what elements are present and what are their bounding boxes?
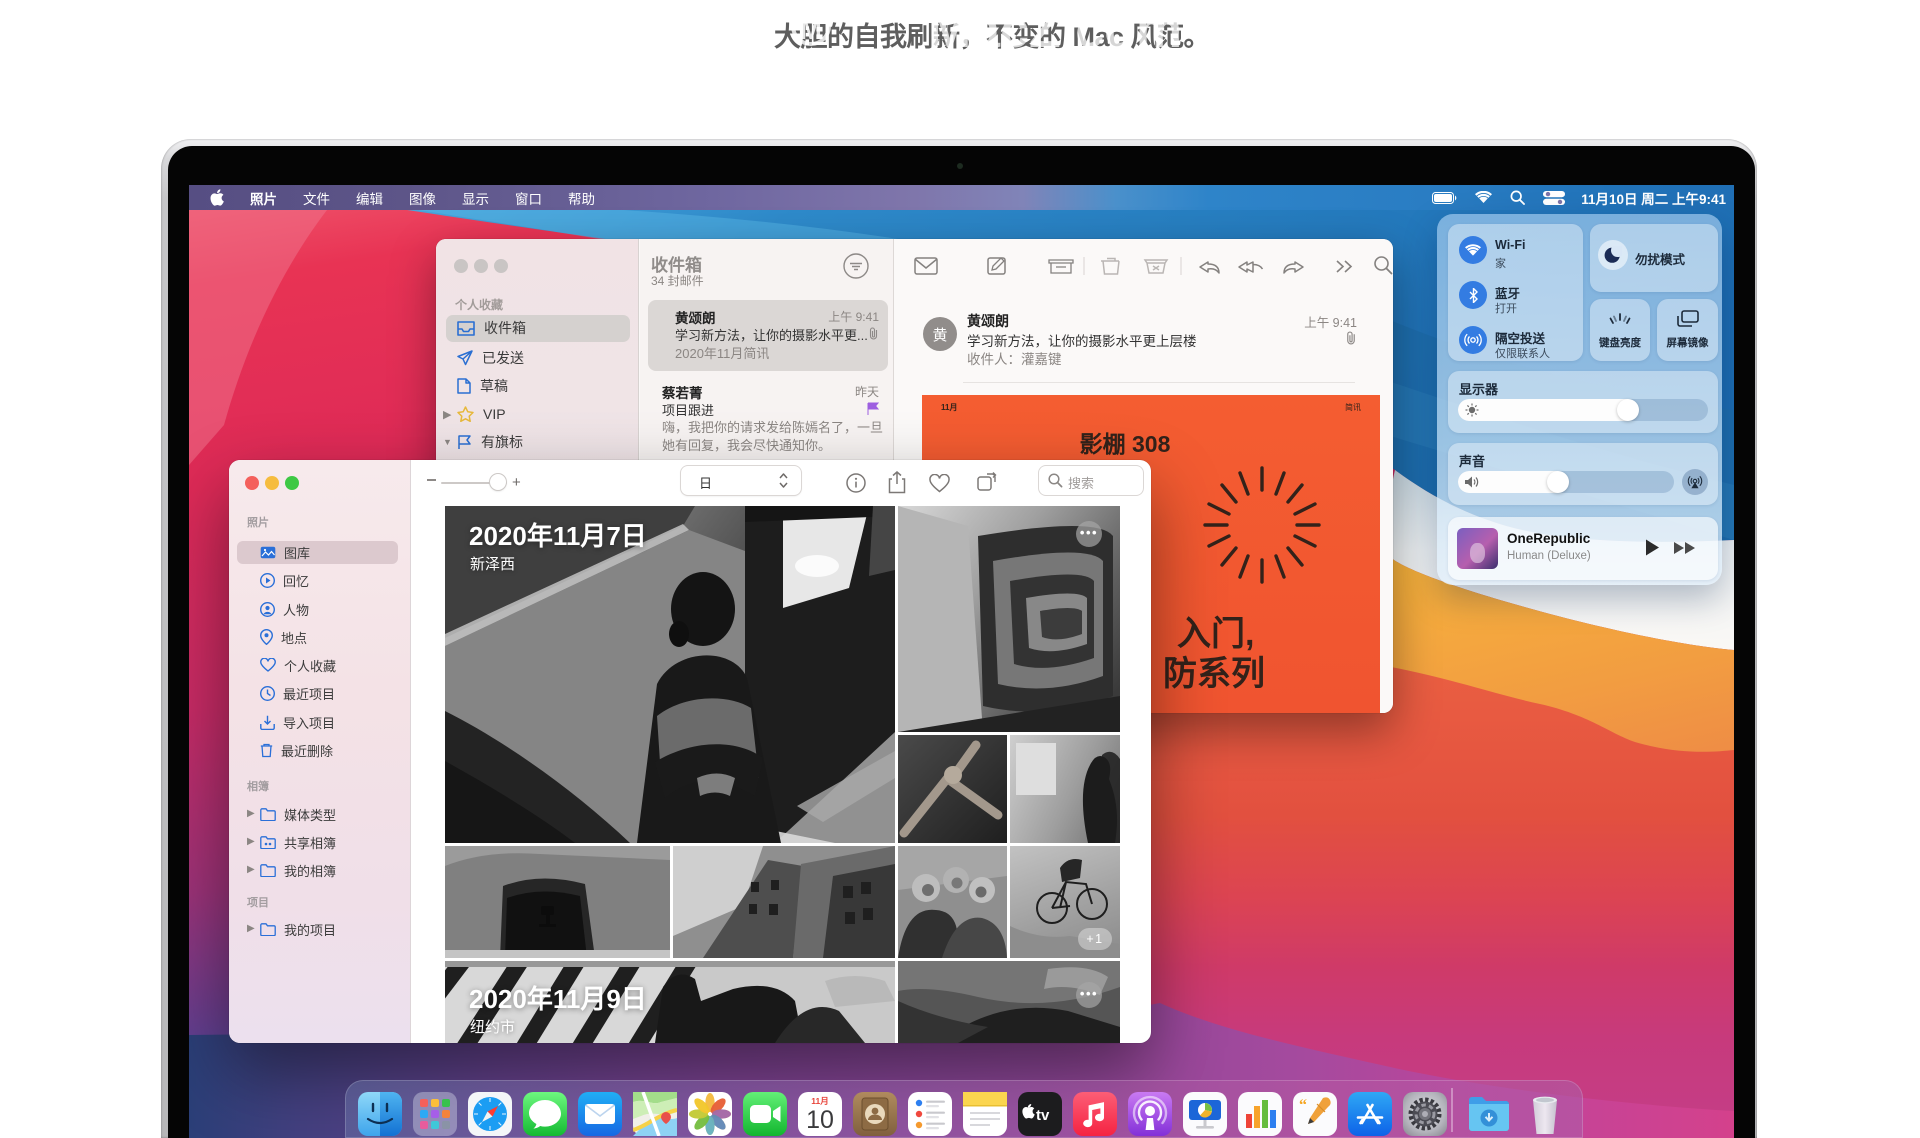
svg-text:10: 10 (806, 1106, 834, 1134)
svg-text:“: “ (1299, 1097, 1307, 1114)
svg-text:11月: 11月 (811, 1096, 829, 1106)
svg-text:tv: tv (1036, 1107, 1050, 1124)
